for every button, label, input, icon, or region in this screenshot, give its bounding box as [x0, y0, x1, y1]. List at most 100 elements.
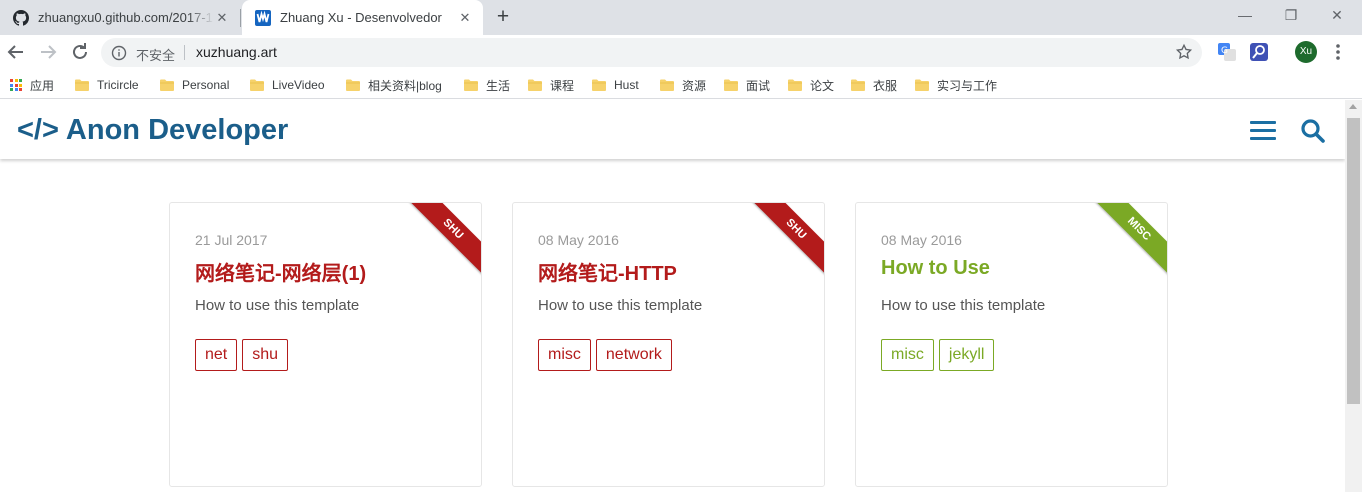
tag-list: misc jekyll [881, 339, 999, 371]
folder-icon [660, 79, 674, 91]
post-date: 21 Jul 2017 [195, 232, 268, 248]
tag-button[interactable]: net [195, 339, 238, 371]
category-ribbon[interactable]: SHU [406, 203, 481, 276]
post-card[interactable]: SHU 08 May 2016 网络笔记-HTTP How to use this t… [512, 202, 825, 487]
scrollbar[interactable] [1345, 100, 1362, 492]
folder-icon [528, 79, 542, 91]
tab-github[interactable]: zhuangxu0.github.com/2017-1 ✕ [0, 0, 240, 35]
browser-toolbar: 不安全 xuzhuang.art G Xu [0, 35, 1362, 71]
tag-list: net shu [195, 339, 293, 371]
url-text[interactable]: xuzhuang.art [196, 44, 277, 60]
hamburger-menu-icon[interactable] [1250, 121, 1276, 141]
folder-icon [346, 79, 360, 91]
post-title[interactable]: 网络笔记-HTTP [538, 257, 677, 286]
bookmark-item[interactable]: 资源 [660, 77, 706, 93]
site-header: </> Anon Developer [0, 100, 1345, 159]
page-viewport: </> Anon Developer SHU 21 Jul 2017 网络笔记-网络… [0, 100, 1362, 492]
bookmark-label: 应用 [30, 78, 55, 93]
post-description: How to use this template [538, 297, 703, 314]
folder-icon [464, 79, 478, 91]
post-card[interactable]: SHU 21 Jul 2017 网络笔记-网络层(1) How to use this… [169, 202, 482, 487]
w-logo-icon [255, 9, 271, 26]
apps-icon [10, 79, 22, 91]
scroll-thumb[interactable] [1347, 118, 1360, 404]
folder-icon [250, 79, 264, 91]
svg-text:G: G [1221, 46, 1228, 56]
info-icon[interactable] [111, 45, 127, 61]
forward-arrow-icon[interactable] [36, 40, 60, 64]
folder-icon [724, 79, 738, 91]
folder-icon [160, 79, 174, 91]
bookmark-label: 实习与工作 [937, 78, 998, 93]
bookmark-item[interactable]: 论文 [788, 77, 834, 93]
bookmark-label: Tricircle [97, 78, 139, 92]
tag-button[interactable]: misc [881, 339, 934, 371]
folder-icon [75, 79, 89, 91]
bookmark-label: 面试 [746, 78, 771, 93]
site-logo[interactable]: </> Anon Developer [17, 114, 288, 147]
post-description: How to use this template [195, 297, 360, 314]
tag-button[interactable]: jekyll [938, 339, 995, 371]
folder-icon [592, 79, 606, 91]
folder-icon [851, 79, 865, 91]
tag-list: misc network [538, 339, 677, 371]
bookmark-label: 资源 [682, 78, 707, 93]
close-window-button[interactable]: ✕ [1314, 0, 1360, 30]
minimize-button[interactable]: — [1222, 0, 1268, 30]
bookmark-label: 课程 [550, 78, 575, 93]
new-tab-button[interactable]: + [492, 6, 514, 28]
bookmark-item[interactable]: Tricircle [75, 77, 139, 93]
post-title[interactable]: How to Use [881, 257, 990, 280]
reload-icon[interactable] [68, 40, 92, 64]
bookmark-label: Personal [182, 78, 230, 92]
search-icon[interactable] [1300, 118, 1326, 144]
profile-avatar[interactable]: Xu [1295, 41, 1317, 63]
bookmark-item[interactable]: 生活 [464, 77, 510, 93]
restore-button[interactable]: ❐ [1268, 0, 1314, 30]
bookmark-item[interactable]: 应用 [10, 77, 54, 93]
github-icon [13, 9, 29, 26]
divider [184, 45, 185, 60]
tag-button[interactable]: misc [538, 339, 591, 371]
bookmark-label: LiveVideo [272, 78, 325, 92]
bookmark-label: 相关资料|blog [368, 78, 442, 93]
tab-title: zhuangxu0.github.com/2017-1 [38, 10, 213, 25]
post-date: 08 May 2016 [881, 232, 962, 248]
tag-button[interactable]: network [595, 339, 672, 371]
address-bar[interactable]: 不安全 xuzhuang.art [101, 38, 1202, 67]
security-label: 不安全 [136, 48, 176, 63]
scroll-up-arrow-icon[interactable] [1349, 104, 1357, 109]
category-ribbon[interactable]: SHU [749, 203, 824, 276]
close-icon[interactable]: ✕ [214, 10, 230, 26]
category-ribbon[interactable]: MISC [1092, 203, 1167, 276]
search-extension-icon[interactable] [1249, 42, 1269, 62]
folder-icon [915, 79, 929, 91]
tab-active[interactable]: Zhuang Xu - Desenvolvedor ✕ [242, 0, 483, 35]
bookmark-item[interactable]: LiveVideo [250, 77, 325, 93]
bookmark-label: 生活 [486, 78, 511, 93]
translate-extension-icon[interactable]: G [1217, 42, 1237, 62]
post-description: How to use this template [881, 297, 1046, 314]
star-icon[interactable] [1175, 43, 1193, 61]
tag-button[interactable]: shu [242, 339, 289, 371]
post-title[interactable]: 网络笔记-网络层(1) [195, 257, 366, 286]
close-icon[interactable]: ✕ [457, 10, 473, 26]
tab-title: Zhuang Xu - Desenvolvedor [280, 10, 442, 25]
bookmark-label: Hust [614, 78, 639, 92]
bookmark-label: 衣服 [873, 78, 898, 93]
bookmark-item[interactable]: Hust [592, 77, 639, 93]
tab-strip: zhuangxu0.github.com/2017-1 ✕ Zhuang Xu … [0, 0, 1362, 35]
bookmark-item[interactable]: 实习与工作 [915, 77, 997, 93]
bookmark-item[interactable]: 衣服 [851, 77, 897, 93]
bookmark-item[interactable]: Personal [160, 77, 229, 93]
bookmark-item[interactable]: 课程 [528, 77, 574, 93]
more-menu-icon[interactable] [1330, 41, 1346, 63]
bookmark-item[interactable]: 相关资料|blog [346, 77, 442, 93]
bookmark-label: 论文 [810, 78, 835, 93]
bookmark-item[interactable]: 面试 [724, 77, 770, 93]
post-card[interactable]: MISC 08 May 2016 How to Use How to use this… [855, 202, 1168, 487]
tab-divider [240, 9, 241, 27]
post-date: 08 May 2016 [538, 232, 619, 248]
back-arrow-icon[interactable] [4, 40, 28, 64]
logo-symbol: </> [17, 114, 59, 146]
